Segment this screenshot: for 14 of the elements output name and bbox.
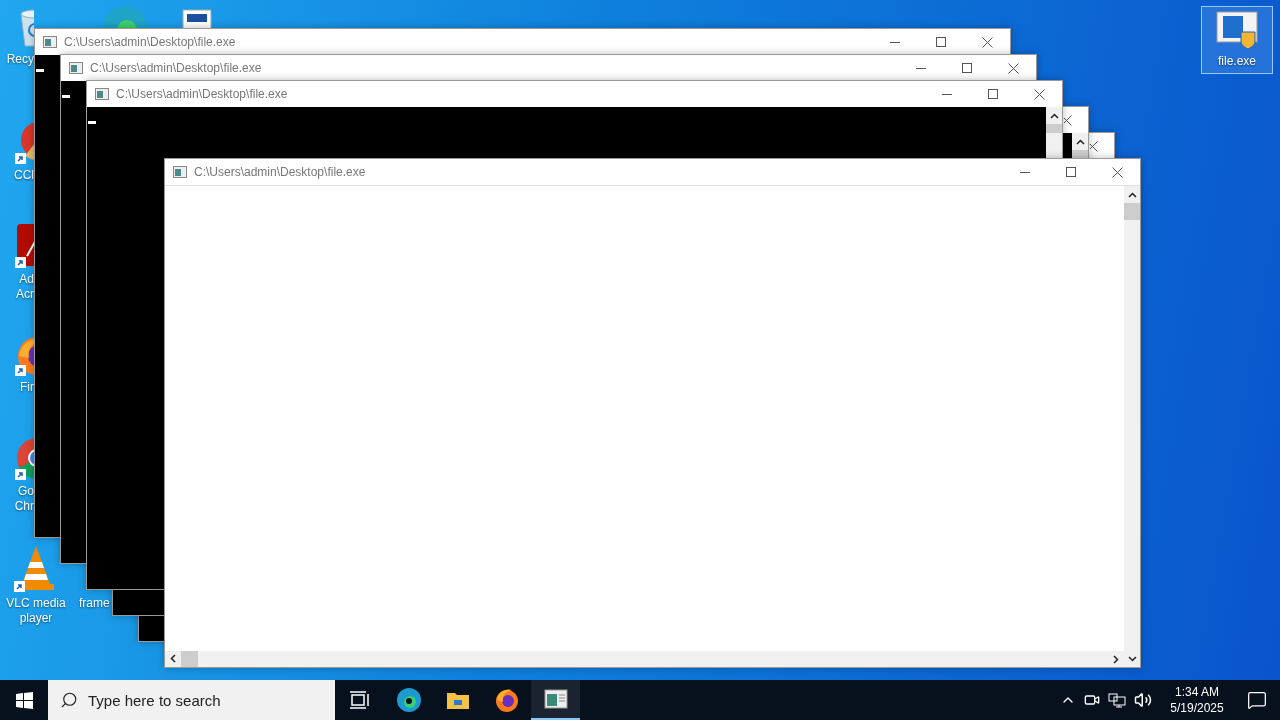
icon-label: Ad Acr <box>15 272 34 302</box>
icon-label: VLC media player <box>6 596 66 626</box>
window-title: C:\Users\admin\Desktop\file.exe <box>90 60 262 77</box>
icon-label: file.exe <box>1218 54 1256 69</box>
icon-label: Recy <box>5 52 34 67</box>
icon-label: CCl <box>13 168 34 183</box>
window-title: C:\Users\admin\Desktop\file.exe <box>64 34 236 51</box>
icon-label: frame <box>79 596 110 611</box>
window-title: C:\Users\admin\Desktop\file.exe <box>116 86 288 103</box>
window-title: C:\Users\admin\Desktop\file.exe <box>194 164 366 181</box>
clock[interactable]: 1:34 AM 5/19/2025 <box>1160 684 1234 716</box>
icon-label: Go Chr <box>13 484 34 514</box>
search-field[interactable]: Type here to search <box>48 680 335 720</box>
icon-label: Fir <box>19 380 34 395</box>
